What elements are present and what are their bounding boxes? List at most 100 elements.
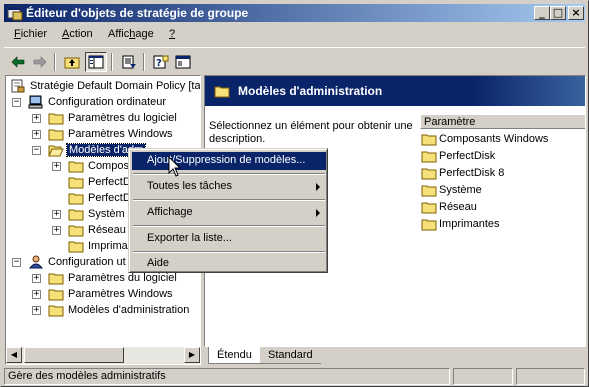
show-tree-icon <box>88 55 104 69</box>
tree-item-software-settings[interactable]: + Paramètres du logiciel <box>32 111 200 127</box>
folder-icon <box>68 209 84 221</box>
status-text: Gère des modèles administratifs <box>4 368 450 385</box>
toolbar-separator <box>111 53 113 71</box>
gpo-app-icon <box>7 6 23 21</box>
context-menu: Ajout/Suppression de modèles... Toutes l… <box>128 148 328 273</box>
minimize-button[interactable]: _ <box>534 6 550 20</box>
description-text: Sélectionnez un élément pour obtenir une… <box>209 120 413 145</box>
menu-item-all-tasks[interactable]: Toutes les tâches <box>132 178 326 196</box>
menu-action[interactable]: Action <box>62 28 93 40</box>
new-window-button[interactable] <box>172 52 194 72</box>
tab-etendu[interactable]: Étendu <box>208 347 260 364</box>
menu-item-export-list[interactable]: Exporter la liste... <box>132 230 326 248</box>
expand-toggle[interactable]: + <box>32 130 41 139</box>
back-arrow-icon <box>11 56 25 68</box>
tree-label: Imprima <box>88 240 128 252</box>
tab-standard[interactable]: Standard <box>260 347 321 364</box>
menu-item-label: Toutes les tâches <box>147 180 232 192</box>
status-panel-2 <box>453 368 513 385</box>
svg-text:?: ? <box>156 58 162 69</box>
list-item-label: Imprimantes <box>439 218 500 230</box>
folder-icon <box>421 185 437 197</box>
tree-label: Paramètres Windows <box>68 288 173 300</box>
policy-scroll-icon <box>11 79 25 93</box>
list-item-label: Réseau <box>439 201 477 213</box>
expand-toggle[interactable]: + <box>52 210 61 219</box>
tree-label: Configuration ordinateur <box>48 96 167 108</box>
tree-item-user-windows-settings[interactable]: + Paramètres Windows <box>32 287 200 303</box>
folder-icon <box>48 305 64 317</box>
window-title: Éditeur d'objets de stratégie de groupe <box>26 6 249 20</box>
expand-toggle[interactable]: + <box>32 114 41 123</box>
scroll-right-button[interactable]: ▶ <box>184 347 200 363</box>
tree-label: Stratégie Default Domain Policy [ta <box>30 80 201 92</box>
column-header-label: Paramètre <box>424 116 476 128</box>
tree-label: Paramètres du logiciel <box>68 272 177 284</box>
tab-label: Étendu <box>217 349 252 361</box>
folder-icon <box>68 177 84 189</box>
tree-item-root[interactable]: Stratégie Default Domain Policy [ta <box>10 79 200 95</box>
folder-icon <box>68 161 84 173</box>
list-item-label: PerfectDisk <box>439 150 496 162</box>
folder-icon <box>421 168 437 180</box>
folder-icon <box>68 193 84 205</box>
collapse-toggle[interactable]: − <box>12 98 21 107</box>
expand-toggle[interactable]: + <box>52 226 61 235</box>
show-hide-tree-button[interactable] <box>85 52 107 72</box>
expand-toggle[interactable]: + <box>32 290 41 299</box>
forward-arrow-icon <box>33 56 47 68</box>
submenu-arrow-icon <box>316 183 320 191</box>
menu-item-add-remove-templates[interactable]: Ajout/Suppression de modèles... <box>132 152 326 170</box>
details-header: Modèles d'administration <box>205 76 585 106</box>
menu-item-label: Aide <box>147 257 170 269</box>
tree-item-windows-settings[interactable]: + Paramètres Windows <box>32 127 200 143</box>
folder-icon <box>214 86 230 98</box>
user-icon <box>28 255 44 269</box>
maximize-button[interactable]: □ <box>550 6 566 20</box>
gpo-editor-window: Éditeur d'objets de stratégie de groupe … <box>0 0 589 387</box>
menu-affichage[interactable]: Affichage <box>108 28 154 40</box>
back-button[interactable] <box>7 52 29 72</box>
menu-help[interactable]: ? <box>169 28 175 40</box>
computer-icon <box>28 95 43 109</box>
help-button[interactable]: ? <box>150 52 172 72</box>
up-level-button[interactable] <box>61 52 83 72</box>
tab-label: Standard <box>268 349 313 361</box>
list-item-label: PerfectDisk 8 <box>439 167 505 179</box>
tree-item-user-software-settings[interactable]: + Paramètres du logiciel <box>32 271 200 287</box>
console-window-icon <box>175 55 191 69</box>
menu-separator <box>133 251 325 253</box>
tree-item-computer-config[interactable]: − Configuration ordinateur <box>12 95 200 111</box>
export-list-button[interactable] <box>118 52 140 72</box>
tree-label: Réseau <box>88 224 126 236</box>
title-bar[interactable]: Éditeur d'objets de stratégie de groupe … <box>4 4 585 22</box>
folder-icon <box>421 219 437 231</box>
open-folder-icon <box>48 145 64 157</box>
mouse-pointer-icon <box>168 156 182 177</box>
expand-toggle[interactable]: + <box>32 274 41 283</box>
folder-icon <box>48 289 64 301</box>
close-button[interactable]: × <box>568 6 584 20</box>
tree-horizontal-scrollbar[interactable]: ◀ ▶ <box>6 347 200 364</box>
collapse-toggle[interactable]: − <box>12 258 21 267</box>
list-item-label: Système <box>439 184 482 196</box>
menu-separator <box>133 199 325 201</box>
menu-fichier[interactable]: Fichier <box>14 28 47 40</box>
status-bar: Gère des modèles administratifs <box>4 368 585 385</box>
scroll-left-button[interactable]: ◀ <box>6 347 22 363</box>
scroll-thumb[interactable] <box>24 347 124 363</box>
tree-item-user-admin-templates[interactable]: + Modèles d'administration <box>32 303 200 319</box>
menu-item-view[interactable]: Affichage <box>132 204 326 222</box>
folder-icon <box>48 113 64 125</box>
column-header-parametre[interactable]: Paramètre <box>420 114 585 129</box>
collapse-toggle[interactable]: − <box>32 146 41 155</box>
menu-item-label: Affichage <box>147 206 193 218</box>
expand-toggle[interactable]: + <box>52 162 61 171</box>
tree-label: Systèm <box>88 208 125 220</box>
folder-icon <box>421 202 437 214</box>
forward-button[interactable] <box>29 52 51 72</box>
menu-item-help[interactable]: Aide <box>132 255 326 273</box>
up-folder-icon <box>64 57 80 69</box>
expand-toggle[interactable]: + <box>32 306 41 315</box>
submenu-arrow-icon <box>316 209 320 217</box>
